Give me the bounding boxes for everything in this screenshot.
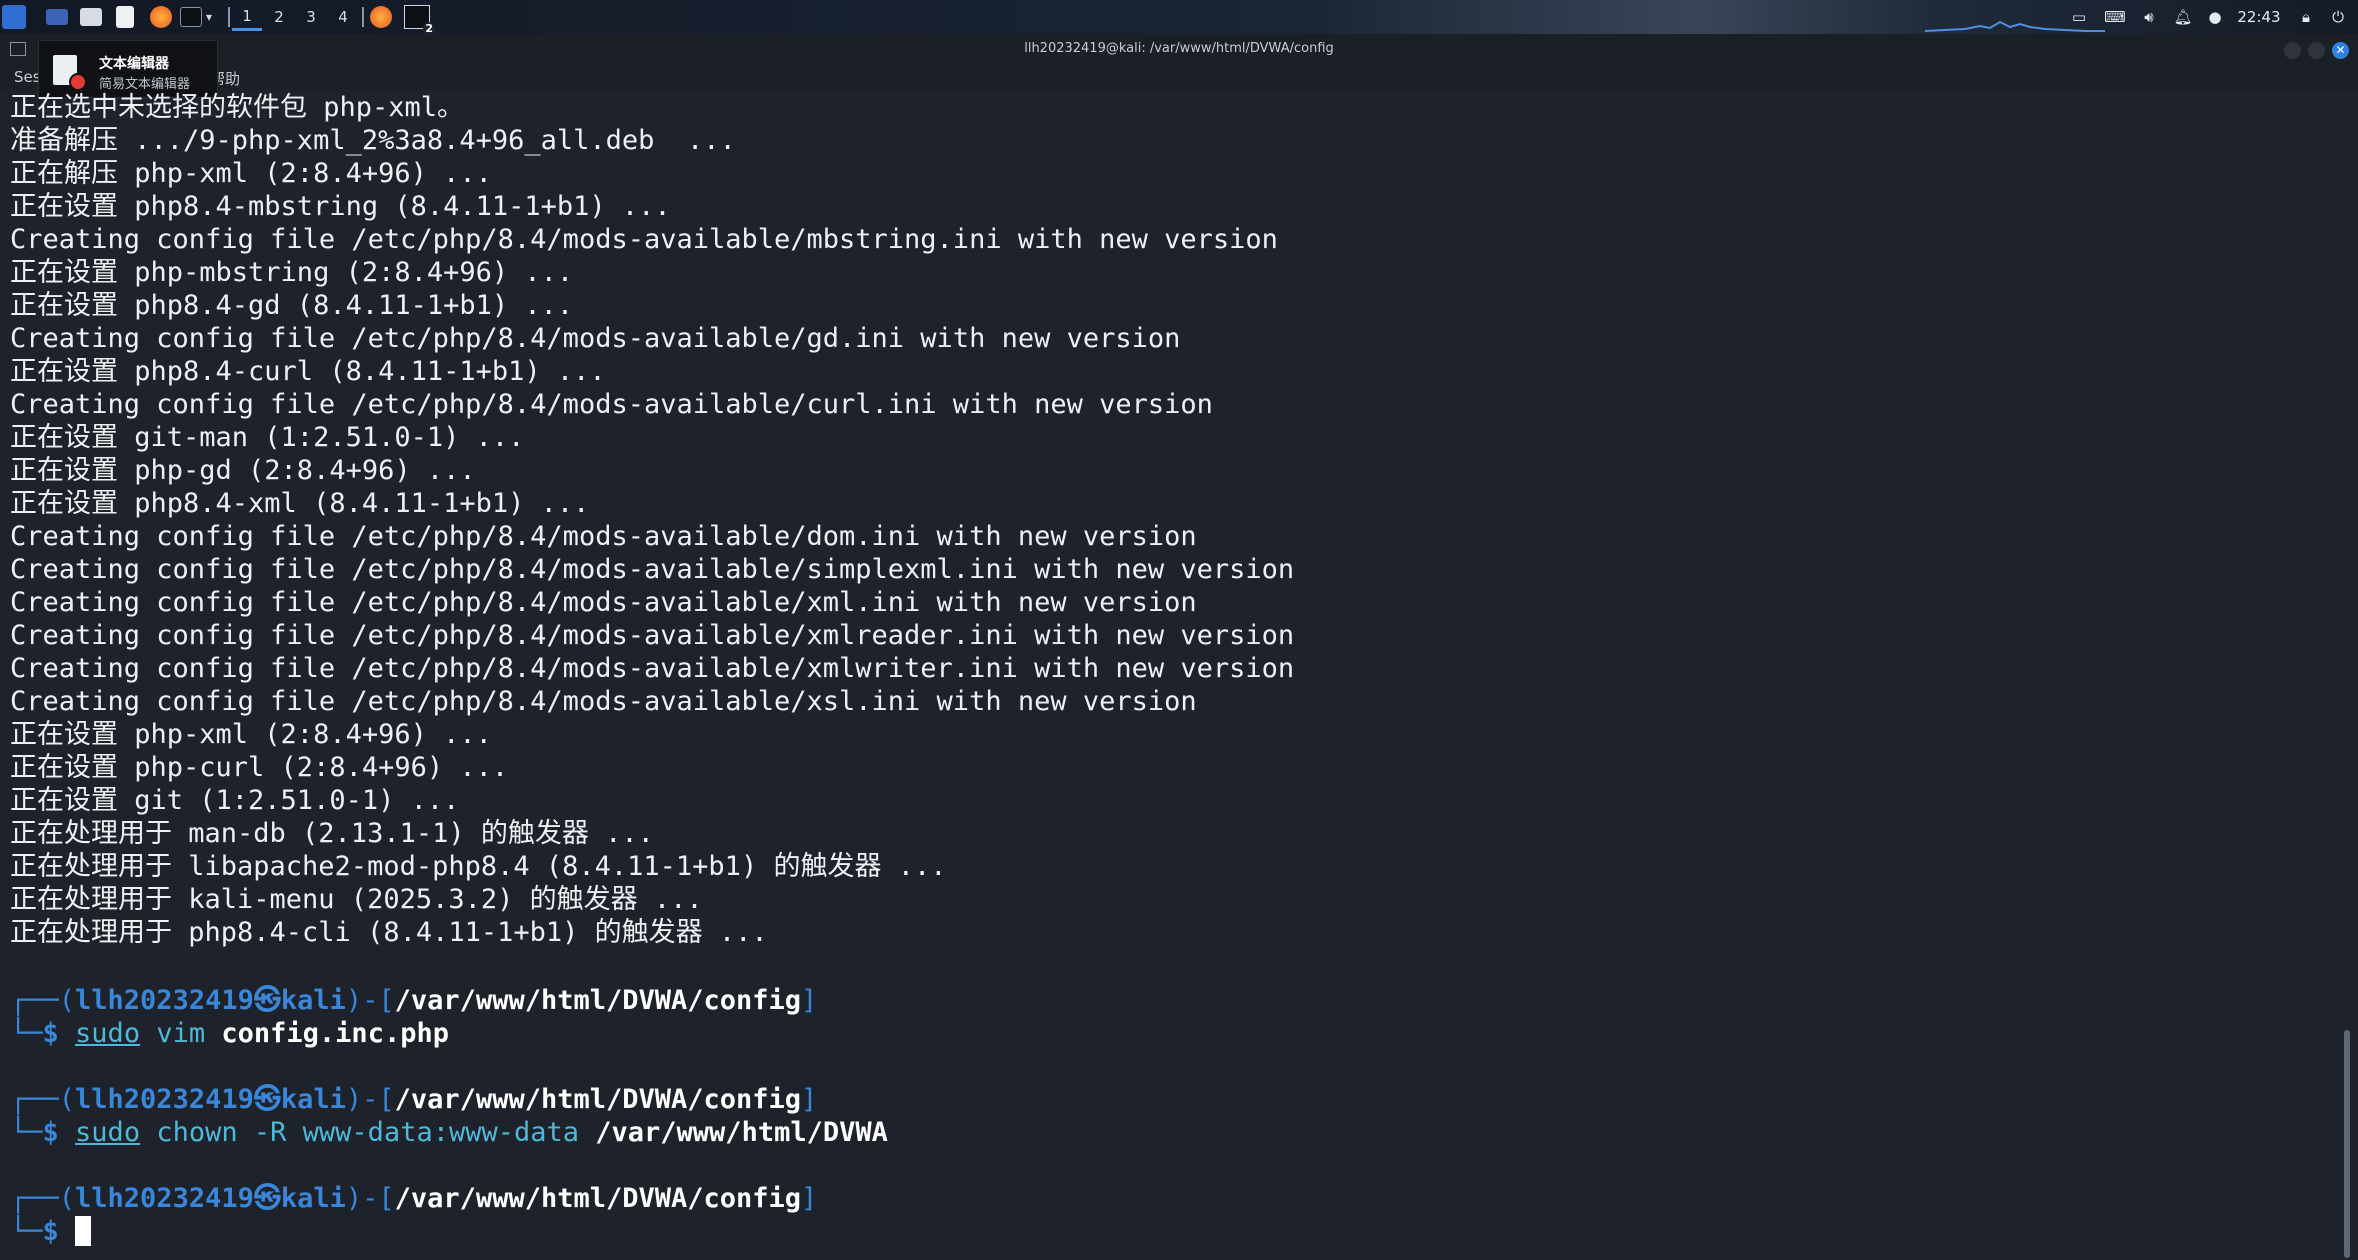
prompt-cwd: /var/www/html/DVWA/config bbox=[394, 985, 802, 1016]
separator bbox=[362, 7, 364, 27]
output-line: 正在处理用于 php8.4-cli (8.4.11-1+b1) 的触发器 ... bbox=[10, 917, 768, 948]
terminal-output[interactable]: 正在选中未选择的软件包 php-xml。 准备解压 .../9-php-xml_2… bbox=[0, 90, 2340, 1260]
output-line: 正在设置 git-man (1:2.51.0-1) ... bbox=[10, 422, 525, 453]
output-line: Creating config file /etc/php/8.4/mods-a… bbox=[10, 620, 1295, 651]
minimize-button[interactable] bbox=[2284, 42, 2301, 59]
workspace-3[interactable]: 3 bbox=[296, 3, 326, 31]
command-args: -R www-data:www-data bbox=[253, 1117, 579, 1148]
output-line: 正在处理用于 libapache2-mod-php8.4 (8.4.11-1+b… bbox=[10, 851, 947, 882]
output-line: 正在设置 php-xml (2:8.4+96) ... bbox=[10, 719, 492, 750]
command-name: chown bbox=[156, 1117, 238, 1148]
prompt-cwd: /var/www/html/DVWA/config bbox=[394, 1183, 802, 1214]
logout-icon[interactable]: ⏻ bbox=[2326, 4, 2350, 30]
notification-bell-icon[interactable]: 🔔︎ bbox=[2172, 4, 2194, 30]
command-line-active[interactable]: └─$ bbox=[10, 1215, 92, 1248]
prompt-user: llh20232419㉿kali bbox=[75, 1084, 346, 1115]
terminal-icon: 2 bbox=[404, 5, 435, 35]
scrollbar-thumb[interactable] bbox=[2344, 1030, 2350, 1258]
prompt-user: llh20232419㉿kali bbox=[75, 1183, 346, 1214]
workspace-4[interactable]: 4 bbox=[328, 3, 358, 31]
output-line: 正在设置 php-mbstring (2:8.4+96) ... bbox=[10, 257, 574, 288]
output-line: 正在设置 php8.4-xml (8.4.11-1+b1) ... bbox=[10, 488, 590, 519]
output-line: Creating config file /etc/php/8.4/mods-a… bbox=[10, 323, 1181, 354]
prompt-cwd: /var/www/html/DVWA/config bbox=[394, 1084, 802, 1115]
output-line: Creating config file /etc/php/8.4/mods-a… bbox=[10, 554, 1295, 585]
command-line: └─$ sudo vim config.inc.php bbox=[10, 1018, 449, 1049]
output-line: 正在处理用于 man-db (2.13.1-1) 的触发器 ... bbox=[10, 818, 654, 849]
clock[interactable]: 22:43 bbox=[2234, 4, 2284, 30]
output-line: Creating config file /etc/php/8.4/mods-a… bbox=[10, 686, 1197, 717]
volume-icon[interactable]: 🔊︎ bbox=[2138, 4, 2160, 30]
workspace-2[interactable]: 2 bbox=[264, 3, 294, 31]
separator bbox=[228, 7, 230, 27]
text-cursor bbox=[75, 1216, 92, 1246]
command-sudo: sudo bbox=[75, 1117, 141, 1148]
lock-icon[interactable]: 🔒︎ bbox=[2296, 4, 2316, 30]
prompt-line: ┌──(llh20232419㉿kali)-[/var/www/html/DVW… bbox=[10, 1183, 818, 1214]
output-line: Creating config file /etc/php/8.4/mods-a… bbox=[10, 587, 1197, 618]
file-manager-icon[interactable] bbox=[80, 4, 102, 30]
output-line: 准备解压 .../9-php-xml_2%3a8.4+96_all.deb ..… bbox=[10, 125, 736, 156]
firefox-window-button[interactable] bbox=[370, 4, 392, 30]
output-line: 正在解压 php-xml (2:8.4+96) ... bbox=[10, 158, 492, 189]
desktop-icon[interactable] bbox=[46, 4, 68, 30]
firefox-icon[interactable] bbox=[150, 4, 172, 30]
firefox-icon bbox=[370, 6, 392, 28]
chevron-down-icon[interactable]: ▾ bbox=[206, 4, 212, 30]
taskbar: ▾ 1 2 3 4 2 ▭ ⌨ 🔊︎ 🔔︎ ● 22:43 🔒︎ ⏻ bbox=[0, 0, 2358, 35]
output-line: 正在设置 php-curl (2:8.4+96) ... bbox=[10, 752, 509, 783]
command-line: └─$ sudo chown -R www-data:www-data /var… bbox=[10, 1117, 888, 1148]
window-titlebar[interactable]: llh20232419@kali: /var/www/html/DVWA/con… bbox=[0, 34, 2358, 66]
terminal-icon[interactable] bbox=[180, 4, 202, 30]
output-line: 正在设置 php8.4-gd (8.4.11-1+b1) ... bbox=[10, 290, 574, 321]
menubar: Ses 帮助 bbox=[0, 66, 2358, 90]
kali-menu-icon[interactable] bbox=[2, 4, 26, 30]
command-path: /var/www/html/DVWA bbox=[595, 1117, 888, 1148]
display-icon[interactable]: ▭ bbox=[2068, 4, 2090, 30]
output-line: Creating config file /etc/php/8.4/mods-a… bbox=[10, 224, 1278, 255]
prompt-user: llh20232419㉿kali bbox=[75, 985, 346, 1016]
command-sudo: sudo bbox=[75, 1018, 141, 1049]
output-line: Creating config file /etc/php/8.4/mods-a… bbox=[10, 653, 1295, 684]
output-line: 正在选中未选择的软件包 php-xml。 bbox=[10, 92, 465, 123]
prompt-line: ┌──(llh20232419㉿kali)-[/var/www/html/DVW… bbox=[10, 985, 818, 1016]
output-line: Creating config file /etc/php/8.4/mods-a… bbox=[10, 521, 1197, 552]
menu-session[interactable]: Ses bbox=[14, 68, 41, 86]
close-button[interactable]: ✕ bbox=[2332, 42, 2349, 59]
output-line: 正在设置 git (1:2.51.0-1) ... bbox=[10, 785, 460, 816]
command-name: vim bbox=[156, 1018, 206, 1049]
maximize-button[interactable] bbox=[2308, 42, 2325, 59]
prompt-line: ┌──(llh20232419㉿kali)-[/var/www/html/DVW… bbox=[10, 1084, 818, 1115]
terminal-window-button[interactable]: 2 bbox=[404, 4, 435, 35]
command-path: config.inc.php bbox=[221, 1018, 449, 1049]
text-editor-icon[interactable] bbox=[116, 4, 134, 30]
output-line: 正在设置 php-gd (2:8.4+96) ... bbox=[10, 455, 476, 486]
power-icon[interactable]: ● bbox=[2204, 4, 2226, 30]
window-title: llh20232419@kali: /var/www/html/DVWA/con… bbox=[1024, 41, 1334, 56]
workspace-1[interactable]: 1 bbox=[232, 3, 262, 31]
output-line: 正在处理用于 kali-menu (2025.3.2) 的触发器 ... bbox=[10, 884, 703, 915]
tooltip-title: 文本编辑器 bbox=[99, 56, 169, 72]
keyboard-icon[interactable]: ⌨ bbox=[2102, 4, 2128, 30]
output-line: 正在设置 php8.4-curl (8.4.11-1+b1) ... bbox=[10, 356, 606, 387]
output-line: 正在设置 php8.4-mbstring (8.4.11-1+b1) ... bbox=[10, 191, 671, 222]
output-line: Creating config file /etc/php/8.4/mods-a… bbox=[10, 389, 1213, 420]
scrollbar[interactable] bbox=[2342, 90, 2354, 1260]
error-badge-icon bbox=[69, 73, 87, 91]
